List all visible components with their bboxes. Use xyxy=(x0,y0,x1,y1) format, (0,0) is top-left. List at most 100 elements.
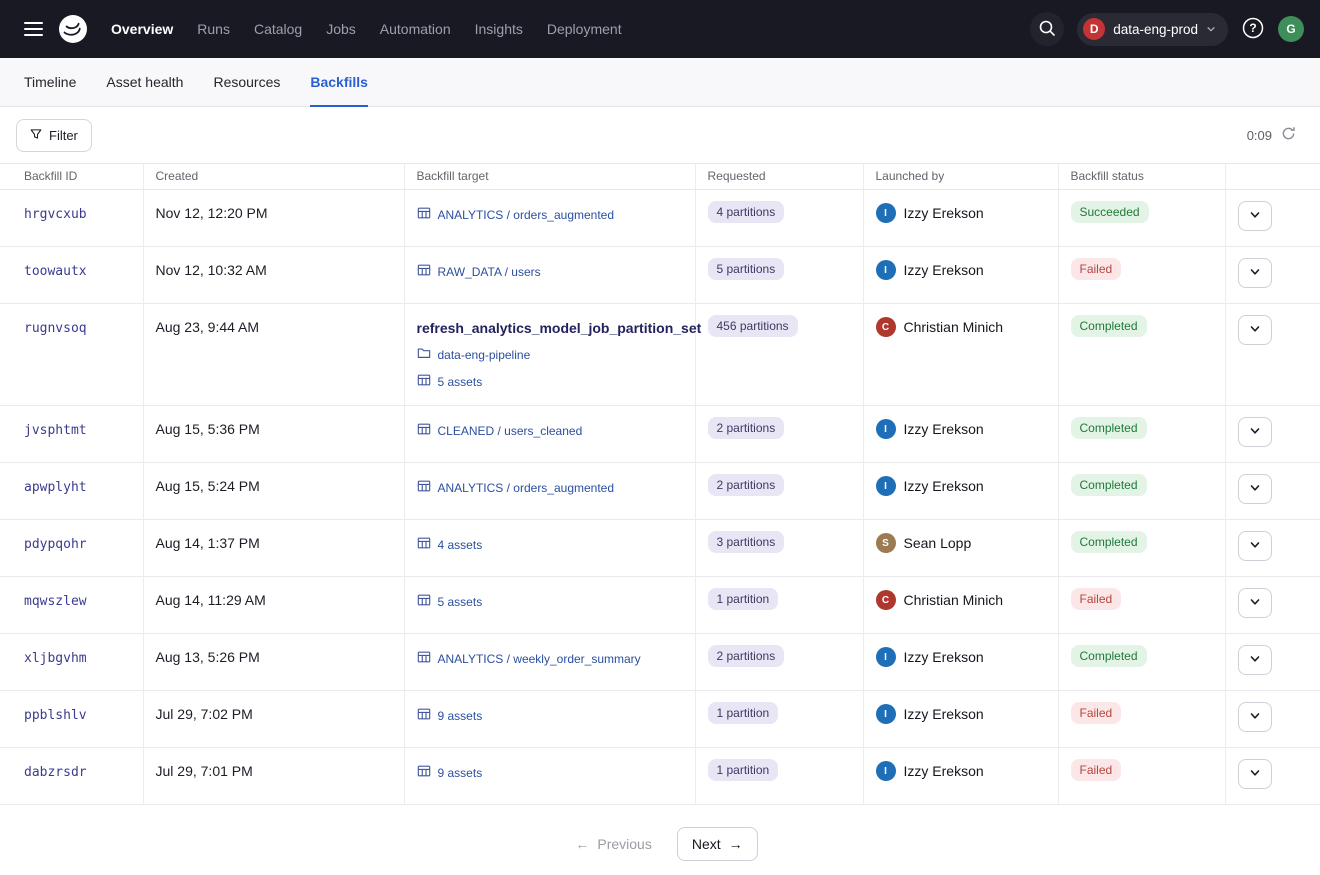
table-row: jvsphtmt Aug 15, 5:36 PM CLEANED / users… xyxy=(0,406,1320,463)
refresh-icon xyxy=(1281,126,1296,144)
next-page-button[interactable]: Next → xyxy=(677,827,758,861)
backfill-status-badge: Completed xyxy=(1071,531,1147,553)
top-navigation: Overview Runs Catalog Jobs Automation In… xyxy=(0,0,1320,58)
previous-page-button[interactable]: ← Previous xyxy=(562,827,664,861)
row-actions-button[interactable] xyxy=(1238,474,1272,504)
chevron-down-icon xyxy=(1249,767,1261,782)
launcher-avatar: C xyxy=(876,317,896,337)
backfill-id-link[interactable]: mqwszlew xyxy=(24,594,87,609)
table-row: mqwszlew Aug 14, 11:29 AM 5 assets 1 par… xyxy=(0,577,1320,634)
launcher-avatar: I xyxy=(876,203,896,223)
tab-resources[interactable]: Resources xyxy=(213,58,280,106)
table-row: xljbgvhm Aug 13, 5:26 PM ANALYTICS / wee… xyxy=(0,634,1320,691)
assets-count-link[interactable]: 5 assets xyxy=(438,375,483,389)
row-actions-button[interactable] xyxy=(1238,531,1272,561)
deployment-switcher[interactable]: D data-eng-prod xyxy=(1077,13,1228,46)
asset-table-icon xyxy=(417,764,431,781)
column-header-requested: Requested xyxy=(695,164,863,190)
backfill-id-link[interactable]: xljbgvhm xyxy=(24,651,87,666)
refresh-button[interactable] xyxy=(1281,126,1296,144)
row-actions-button[interactable] xyxy=(1238,759,1272,789)
launcher-avatar: I xyxy=(876,647,896,667)
launcher-name: Izzy Erekson xyxy=(904,649,984,665)
launcher-name: Izzy Erekson xyxy=(904,205,984,221)
backfill-target-link[interactable]: RAW_DATA / users xyxy=(438,265,541,279)
backfill-status-badge: Failed xyxy=(1071,702,1122,724)
chevron-down-icon xyxy=(1249,209,1261,224)
assets-count-link[interactable]: 5 assets xyxy=(438,595,483,609)
assets-count-link[interactable]: 9 assets xyxy=(438,709,483,723)
created-cell: Jul 29, 7:02 PM xyxy=(143,691,404,748)
filter-label: Filter xyxy=(49,128,78,143)
backfill-id-link[interactable]: ppblshlv xyxy=(24,708,87,723)
row-actions-button[interactable] xyxy=(1238,201,1272,231)
table-row: apwplyht Aug 15, 5:24 PM ANALYTICS / ord… xyxy=(0,463,1320,520)
backfill-id-link[interactable]: toowautx xyxy=(24,264,87,279)
assets-count-link[interactable]: 4 assets xyxy=(438,538,483,552)
folder-icon xyxy=(417,346,431,363)
backfills-table: Backfill ID Created Backfill target Requ… xyxy=(0,163,1320,805)
backfill-id-link[interactable]: rugnvsoq xyxy=(24,321,87,336)
row-actions-button[interactable] xyxy=(1238,702,1272,732)
launcher-name: Izzy Erekson xyxy=(904,763,984,779)
asset-table-icon xyxy=(417,373,431,390)
backfill-id-link[interactable]: dabzrsdr xyxy=(24,765,87,780)
row-actions-button[interactable] xyxy=(1238,645,1272,675)
user-avatar[interactable]: G xyxy=(1278,16,1304,42)
backfill-target-link[interactable]: ANALYTICS / weekly_order_summary xyxy=(438,652,641,666)
nav-item-deployment[interactable]: Deployment xyxy=(536,13,633,45)
chevron-down-icon xyxy=(1249,425,1261,440)
nav-item-catalog[interactable]: Catalog xyxy=(243,13,313,45)
asset-table-icon xyxy=(417,536,431,553)
table-row: hrgvcxub Nov 12, 12:20 PM ANALYTICS / or… xyxy=(0,190,1320,247)
launcher-name: Christian Minich xyxy=(904,319,1004,335)
backfill-id-link[interactable]: hrgvcxub xyxy=(24,207,87,222)
tab-asset-health[interactable]: Asset health xyxy=(106,58,183,106)
row-actions-button[interactable] xyxy=(1238,258,1272,288)
requested-partitions-badge: 2 partitions xyxy=(708,474,785,496)
launcher-name: Izzy Erekson xyxy=(904,706,984,722)
nav-item-jobs[interactable]: Jobs xyxy=(315,13,367,45)
previous-page-label: Previous xyxy=(597,836,651,852)
requested-partitions-badge: 1 partition xyxy=(708,588,779,610)
backfill-id-link[interactable]: jvsphtmt xyxy=(24,423,87,438)
table-row: rugnvsoq Aug 23, 9:44 AM refresh_analyti… xyxy=(0,304,1320,406)
pipeline-link[interactable]: data-eng-pipeline xyxy=(438,348,531,362)
created-cell: Aug 23, 9:44 AM xyxy=(143,304,404,406)
nav-item-automation[interactable]: Automation xyxy=(369,13,462,45)
nav-item-runs[interactable]: Runs xyxy=(186,13,241,45)
tab-timeline[interactable]: Timeline xyxy=(24,58,76,106)
search-icon xyxy=(1038,19,1056,40)
backfill-target-link[interactable]: ANALYTICS / orders_augmented xyxy=(438,481,615,495)
row-actions-button[interactable] xyxy=(1238,417,1272,447)
created-cell: Aug 15, 5:36 PM xyxy=(143,406,404,463)
launcher-avatar: I xyxy=(876,761,896,781)
arrow-right-icon: → xyxy=(729,837,743,851)
launcher-avatar: I xyxy=(876,260,896,280)
assets-count-link[interactable]: 9 assets xyxy=(438,766,483,780)
backfill-target-job-link[interactable]: refresh_analytics_model_job_partition_se… xyxy=(417,320,683,336)
backfill-id-link[interactable]: pdypqohr xyxy=(24,537,87,552)
requested-partitions-badge: 2 partitions xyxy=(708,417,785,439)
backfill-target-link[interactable]: ANALYTICS / orders_augmented xyxy=(438,208,615,222)
created-cell: Nov 12, 12:20 PM xyxy=(143,190,404,247)
row-actions-button[interactable] xyxy=(1238,588,1272,618)
filter-button[interactable]: Filter xyxy=(16,119,92,152)
nav-item-overview[interactable]: Overview xyxy=(100,13,184,45)
backfill-id-link[interactable]: apwplyht xyxy=(24,480,87,495)
tab-backfills[interactable]: Backfills xyxy=(310,58,368,106)
nav-item-insights[interactable]: Insights xyxy=(464,13,534,45)
search-button[interactable] xyxy=(1030,12,1064,46)
created-cell: Aug 13, 5:26 PM xyxy=(143,634,404,691)
question-mark-icon: ? xyxy=(1241,16,1265,43)
column-header-backfill-target: Backfill target xyxy=(404,164,695,190)
table-row: dabzrsdr Jul 29, 7:01 PM 9 assets 1 part… xyxy=(0,748,1320,805)
svg-text:?: ? xyxy=(1249,21,1256,35)
launcher-avatar: I xyxy=(876,704,896,724)
backfill-target-link[interactable]: CLEANED / users_cleaned xyxy=(438,424,583,438)
created-cell: Jul 29, 7:01 PM xyxy=(143,748,404,805)
row-actions-button[interactable] xyxy=(1238,315,1272,345)
backfill-status-badge: Completed xyxy=(1071,474,1147,496)
help-button[interactable]: ? xyxy=(1241,16,1265,43)
hamburger-menu-icon[interactable] xyxy=(16,12,50,46)
